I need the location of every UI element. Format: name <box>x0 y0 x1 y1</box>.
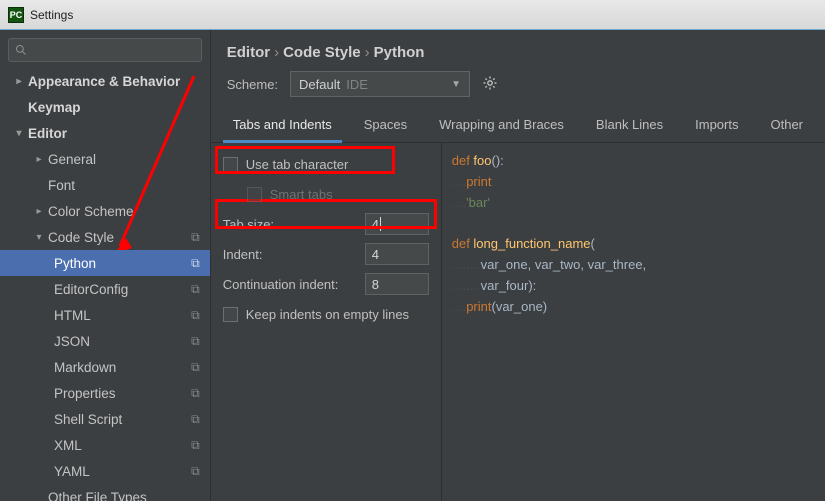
tab-spaces[interactable]: Spaces <box>350 109 421 142</box>
chevron-down-icon: ▼ <box>451 79 461 90</box>
sidebar-item-label: EditorConfig <box>54 282 128 297</box>
sidebar-item-json[interactable]: JSON ⧉ <box>0 328 210 354</box>
copy-icon: ⧉ <box>191 412 200 427</box>
sidebar-item-properties[interactable]: Properties ⧉ <box>0 380 210 406</box>
window-title: Settings <box>30 8 73 22</box>
sidebar-item-label: Shell Script <box>54 412 122 427</box>
sidebar-item-label: Appearance & Behavior <box>28 74 180 89</box>
sidebar-item-xml[interactable]: XML ⧉ <box>0 432 210 458</box>
sidebar-item-font[interactable]: Font <box>0 172 210 198</box>
copy-icon: ⧉ <box>191 334 200 349</box>
search-icon <box>15 44 27 56</box>
tab-imports[interactable]: Imports <box>681 109 752 142</box>
sidebar-item-label: Markdown <box>54 360 116 375</box>
sidebar-item-colorscheme[interactable]: ▸Color Scheme <box>0 198 210 224</box>
sidebar-item-label: JSON <box>54 334 90 349</box>
sidebar-item-label: Color Scheme <box>48 204 134 219</box>
sidebar-item-otherfiletypes[interactable]: Other File Types <box>0 484 210 501</box>
sidebar-item-label: Keymap <box>28 100 81 115</box>
sidebar-item-python[interactable]: Python ⧉ <box>0 250 210 276</box>
smart-tabs-label: Smart tabs <box>270 187 429 202</box>
scheme-label: Scheme: <box>227 77 278 92</box>
sidebar-item-label: YAML <box>54 464 90 479</box>
cont-indent-label: Continuation indent: <box>223 277 365 292</box>
copy-icon: ⧉ <box>191 386 200 401</box>
sidebar-item-label: Properties <box>54 386 116 401</box>
copy-icon: ⧉ <box>191 464 200 479</box>
smart-tabs-checkbox <box>247 187 262 202</box>
cont-indent-input[interactable]: 8 <box>365 273 429 295</box>
sidebar-item-markdown[interactable]: Markdown ⧉ <box>0 354 210 380</box>
breadcrumb: Editor›Code Style›Python <box>211 30 825 71</box>
tab-blank-lines[interactable]: Blank Lines <box>582 109 677 142</box>
indent-label: Indent: <box>223 247 365 262</box>
scheme-select[interactable]: DefaultIDE ▼ <box>290 71 470 97</box>
copy-icon: ⧉ <box>191 438 200 453</box>
copy-icon: ⧉ <box>191 282 200 297</box>
use-tab-checkbox[interactable] <box>223 157 238 172</box>
tabsize-input[interactable]: 4 <box>365 213 429 235</box>
sidebar-item-editorconfig[interactable]: EditorConfig ⧉ <box>0 276 210 302</box>
tabsize-label: Tab size: <box>223 217 365 232</box>
tab-tabs-indents[interactable]: Tabs and Indents <box>219 109 346 142</box>
tab-other[interactable]: Other <box>756 109 817 142</box>
indent-input[interactable]: 4 <box>365 243 429 265</box>
sidebar-item-codestyle[interactable]: ▾Code Style⧉ <box>0 224 210 250</box>
sidebar-item-label: Font <box>48 178 75 193</box>
tab-wrapping[interactable]: Wrapping and Braces <box>425 109 578 142</box>
sidebar-item-label: Python <box>54 256 96 271</box>
gear-icon[interactable] <box>482 75 498 94</box>
sidebar-item-label: HTML <box>54 308 91 323</box>
use-tab-label: Use tab character <box>246 157 429 172</box>
copy-icon: ⧉ <box>191 360 200 375</box>
sidebar-item-label: XML <box>54 438 82 453</box>
sidebar-item-label: General <box>48 152 96 167</box>
sidebar-item-general[interactable]: ▸General <box>0 146 210 172</box>
keep-empty-label: Keep indents on empty lines <box>246 307 429 322</box>
sidebar-item-appearance[interactable]: ▸Appearance & Behavior <box>0 68 210 94</box>
sidebar-item-label: Other File Types <box>48 490 147 501</box>
sidebar-item-label: Editor <box>28 126 67 141</box>
copy-icon: ⧉ <box>191 230 200 245</box>
keep-empty-checkbox[interactable] <box>223 307 238 322</box>
copy-icon: ⧉ <box>191 308 200 323</box>
sidebar: ▸Appearance & Behavior Keymap ▾Editor ▸G… <box>0 30 211 501</box>
sidebar-item-shellscript[interactable]: Shell Script ⧉ <box>0 406 210 432</box>
sidebar-item-keymap[interactable]: Keymap <box>0 94 210 120</box>
sidebar-item-yaml[interactable]: YAML ⧉ <box>0 458 210 484</box>
sidebar-item-html[interactable]: HTML ⧉ <box>0 302 210 328</box>
app-icon: PC <box>8 7 24 23</box>
copy-icon: ⧉ <box>191 256 200 271</box>
sidebar-item-label: Code Style <box>48 230 114 245</box>
sidebar-item-editor[interactable]: ▾Editor <box>0 120 210 146</box>
code-preview: def foo(): ....print ....'bar' def long_… <box>441 143 825 501</box>
search-input[interactable] <box>8 38 202 62</box>
